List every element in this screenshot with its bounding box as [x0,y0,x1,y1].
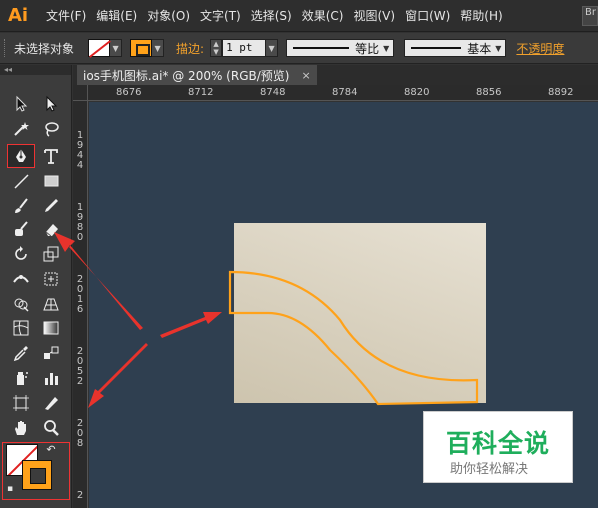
mesh-tool-icon[interactable] [8,317,34,339]
menu-bar: Ai 文件(F) 编辑(E) 对象(O) 文字(T) 选择(S) 效果(C) 视… [0,0,598,32]
default-fill-stroke-icon[interactable]: ▪ [4,483,16,495]
brush-label: 基本 [467,41,492,56]
watermark-title: 百科全说 [446,429,551,458]
ruler-tick-label: 8748 [260,87,286,98]
control-bar: 未选择对象 ▼ ▼ 描边: ▲ ▼ 1 pt ▼ 等比 ▼ 基本 ▼ 不透明度 [0,33,598,64]
document-tab[interactable]: ios手机图标.ai* @ 200% (RGB/预览) × [77,65,317,85]
line-segment-tool-icon[interactable] [8,170,34,192]
menu-window[interactable]: 窗口(W) [405,7,450,24]
blend-tool-icon[interactable] [38,342,64,364]
hand-tool-icon[interactable] [8,417,34,439]
shape-builder-tool-icon[interactable] [8,293,34,315]
menu-effect[interactable]: 效果(C) [302,7,344,24]
paintbrush-tool-icon[interactable] [8,195,34,217]
bridge-button[interactable]: Br [582,6,598,26]
free-transform-tool-icon[interactable] [38,268,64,290]
rectangle-tool-icon[interactable] [38,170,64,192]
ruler-tick-label: 1944 [76,130,84,171]
vertical-ruler[interactable]: 1944 1980 2016 2052 208 2 [73,101,88,508]
document-tab-bar: ios手机图标.ai* @ 200% (RGB/预览) × [73,65,598,85]
menu-file[interactable]: 文件(F) [46,7,86,24]
pencil-tool-icon[interactable] [38,195,64,217]
variable-width-profile[interactable]: 等比 ▼ [286,39,395,57]
app-logo: Ai [7,5,29,26]
column-graph-tool-icon[interactable] [38,367,64,389]
rotate-tool-icon[interactable] [8,243,34,265]
selection-tool-icon[interactable] [8,93,34,115]
stroke-weight-dropdown-icon[interactable]: ▼ [266,39,279,57]
scale-tool-icon[interactable] [38,243,64,265]
menu-edit[interactable]: 编辑(E) [96,7,137,24]
menu-object[interactable]: 对象(O) [147,7,190,24]
profile-label: 等比 [355,41,380,56]
ruler-tick-label: 8820 [404,87,430,98]
perspective-grid-tool-icon[interactable] [38,293,64,315]
watermark-subtitle: 助你轻松解决 [450,462,529,477]
tools-panel: ◂◂ ↶ ▪ [0,65,72,508]
brush-definition[interactable]: 基本 ▼ [404,39,507,57]
gradient-tool-icon[interactable] [38,317,64,339]
ruler-tick-label: 2 [76,490,84,501]
blob-brush-tool-icon[interactable] [8,218,34,240]
menu-help[interactable]: 帮助(H) [460,7,502,24]
symbol-sprayer-tool-icon[interactable] [8,367,34,389]
chevron-down-icon: ▼ [495,43,502,53]
lasso-tool-icon[interactable] [38,118,64,140]
ruler-tick-label: 208 [76,418,84,449]
artboard-tool-icon[interactable] [8,392,34,414]
stroke-weight-field[interactable]: 1 pt [222,39,267,57]
horizontal-ruler[interactable]: 8676 8712 8748 8784 8820 8856 8892 [88,85,598,101]
stroke-swatch-button[interactable] [130,39,153,57]
menu-select[interactable]: 选择(S) [251,7,292,24]
stroke-label[interactable]: 描边: [176,40,204,57]
panel-grip[interactable] [4,39,8,57]
eraser-tool-icon[interactable] [38,218,64,240]
brush-line-preview [411,47,462,49]
ruler-tick-label: 2052 [76,346,84,387]
fill-swatch-button[interactable] [88,39,111,57]
type-tool-icon[interactable] [38,145,64,167]
ruler-tick-label: 8892 [548,87,574,98]
ruler-tick-label: 2016 [76,274,84,315]
slice-tool-icon[interactable] [38,392,64,414]
zoom-tool-icon[interactable] [38,417,64,439]
ruler-tick-label: 1980 [76,202,84,243]
stroke-weight-spinner[interactable]: ▲ ▼ [210,39,223,57]
tools-panel-header[interactable]: ◂◂ [0,65,71,75]
app-window: { "app": {"logo": "Ai"}, "menu": { "item… [0,0,598,508]
ruler-tick-label: 8676 [116,87,142,98]
ruler-tick-label: 8712 [188,87,214,98]
ruler-tick-label: 8784 [332,87,358,98]
profile-line-preview [293,47,350,49]
close-icon[interactable]: × [301,69,310,82]
direct-selection-tool-icon[interactable] [38,93,64,115]
selection-status: 未选择对象 [14,41,75,56]
stroke-color-swatch[interactable] [22,460,52,490]
opacity-label[interactable]: 不透明度 [516,40,564,57]
watermark-logo: 百科全说 助你轻松解决 [423,411,573,483]
swap-fill-stroke-icon[interactable]: ↶ [44,442,58,456]
magic-wand-tool-icon[interactable] [8,118,34,140]
width-tool-icon[interactable] [8,268,34,290]
fill-dropdown-icon[interactable]: ▼ [110,39,123,57]
stroke-dropdown-icon[interactable]: ▼ [152,39,165,57]
chevron-down-icon: ▼ [383,43,390,53]
menu-view[interactable]: 视图(V) [353,7,395,24]
menu-type[interactable]: 文字(T) [200,7,241,24]
eyedropper-tool-icon[interactable] [8,342,34,364]
artboard[interactable] [234,223,486,403]
document-tab-title: ios手机图标.ai* @ 200% (RGB/预览) [83,68,290,83]
pen-tool-icon[interactable] [7,144,35,168]
ruler-tick-label: 8856 [476,87,502,98]
ruler-origin[interactable] [73,85,88,101]
